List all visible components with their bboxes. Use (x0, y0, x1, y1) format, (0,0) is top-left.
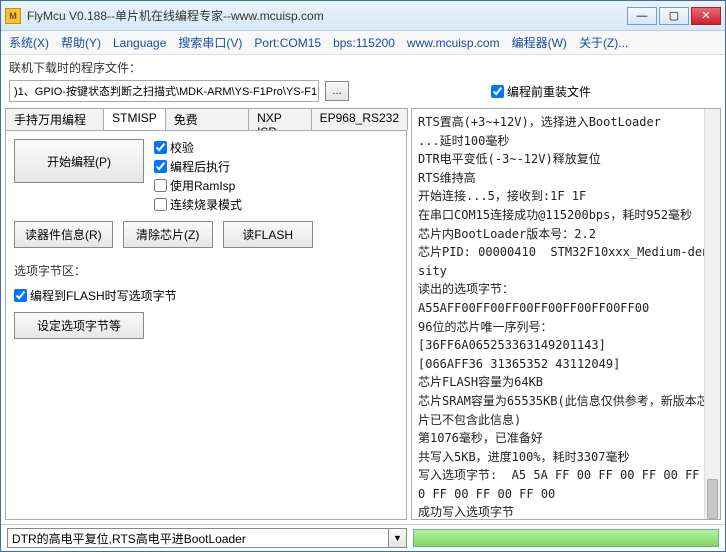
log-scrollbar[interactable] (704, 109, 720, 519)
scrollbar-thumb[interactable] (707, 479, 718, 519)
log-line: 在串口COM15连接成功@115200bps，耗时952毫秒 (418, 206, 714, 225)
file-row: 联机下载时的程序文件： (1, 55, 725, 80)
log-line: 开始连接...5，接收到:1F 1F (418, 187, 714, 206)
reader-info-button[interactable]: 读器件信息(R) (14, 221, 113, 248)
log-line: [066AFF36 31365352 43112049] (418, 355, 714, 374)
tab-ep968[interactable]: EP968_RS232 (311, 108, 408, 130)
window-buttons: — ▢ ✕ (627, 7, 721, 25)
runafter-checkbox[interactable]: 编程后执行 (154, 158, 242, 175)
titlebar: M FlyMcu V0.188--单片机在线编程专家--www.mcuisp.c… (1, 1, 725, 31)
reload-checkbox-label: 编程前重装文件 (507, 83, 591, 100)
program-row: 开始编程(P) 校验 编程后执行 使用RamIsp 连续烧录模式 (14, 139, 398, 213)
app-icon: M (5, 8, 21, 24)
log-line: DTR电平变低(-3~-12V)释放复位 (418, 150, 714, 169)
window-title: FlyMcu V0.188--单片机在线编程专家--www.mcuisp.com (27, 7, 627, 24)
contburn-checkbox[interactable]: 连续烧录模式 (154, 196, 242, 213)
progress-bar (413, 529, 719, 547)
menu-port[interactable]: Port:COM15 (254, 36, 321, 50)
log-line: 芯片FLASH容量为64KB (418, 373, 714, 392)
verify-checkbox[interactable]: 校验 (154, 139, 242, 156)
log-line: 共写入5KB，进度100%，耗时3307毫秒 (418, 448, 714, 467)
tab-content: 开始编程(P) 校验 编程后执行 使用RamIsp 连续烧录模式 读器件信息(R… (5, 130, 407, 520)
optionbyte-title: 选项字节区： (14, 262, 398, 279)
file-label: 联机下载时的程序文件： (9, 59, 141, 76)
reset-mode-combo[interactable]: ▼ (7, 528, 407, 548)
bottom-bar: ▼ (1, 524, 725, 551)
tab-stmisp[interactable]: STMISP (103, 108, 166, 130)
tab-nxpisp[interactable]: NXP ISP (248, 108, 312, 130)
left-pane: 手持万用编程器 STMISP 免费STMIAP NXP ISP EP968_RS… (5, 108, 407, 520)
log-line: RTS置高(+3~+12V)，选择进入BootLoader (418, 113, 714, 132)
log-text: RTS置高(+3~+12V)，选择进入BootLoader...延时100毫秒D… (418, 113, 714, 520)
file-path-row: )1、GPIO-按键状态判断之扫描式\MDK-ARM\YS-F1Pro\YS-F… (1, 80, 725, 106)
menu-help[interactable]: 帮助(Y) (61, 34, 101, 51)
log-line: 写入选项字节: A5 5A FF 00 FF 00 FF 00 FF 00 FF… (418, 466, 714, 503)
log-pane[interactable]: RTS置高(+3~+12V)，选择进入BootLoader...延时100毫秒D… (411, 108, 721, 520)
close-button[interactable]: ✕ (691, 7, 721, 25)
log-line: 芯片SRAM容量为65535KB(此信息仅供参考，新版本芯片已不包含此信息) (418, 392, 714, 429)
browse-button[interactable]: … (325, 81, 349, 101)
tab-stmiap[interactable]: 免费STMIAP (165, 108, 249, 130)
log-line: ...延时100毫秒 (418, 132, 714, 151)
menu-programmer[interactable]: 编程器(W) (512, 34, 567, 51)
log-line: 芯片PID: 00000410 STM32F10xxx_Medium-densi… (418, 243, 714, 280)
log-line: 读出的选项字节： (418, 280, 714, 299)
main-body: 手持万用编程器 STMISP 免费STMIAP NXP ISP EP968_RS… (1, 106, 725, 524)
tab-strip: 手持万用编程器 STMISP 免费STMIAP NXP ISP EP968_RS… (5, 108, 407, 130)
menu-language[interactable]: Language (113, 36, 166, 50)
log-line: 第1076毫秒，已准备好 (418, 429, 714, 448)
ramisp-checkbox[interactable]: 使用RamIsp (154, 177, 242, 194)
action-row: 读器件信息(R) 清除芯片(Z) 读FLASH (14, 221, 398, 248)
reload-checkbox-input[interactable] (491, 85, 504, 98)
log-line: RTS维持高 (418, 169, 714, 188)
read-flash-button[interactable]: 读FLASH (223, 221, 313, 248)
log-line: A55AFF00FF00FF00FF00FF00FF00FF00 (418, 299, 714, 318)
reload-checkbox[interactable]: 编程前重装文件 (491, 83, 591, 100)
start-program-button[interactable]: 开始编程(P) (14, 139, 144, 183)
reset-mode-input[interactable] (7, 528, 389, 548)
tab-handheld[interactable]: 手持万用编程器 (5, 108, 104, 130)
log-line: 96位的芯片唯一序列号： (418, 318, 714, 337)
app-window: M FlyMcu V0.188--单片机在线编程专家--www.mcuisp.c… (0, 0, 726, 552)
menu-about[interactable]: 关于(Z)... (579, 34, 628, 51)
minimize-button[interactable]: — (627, 7, 657, 25)
log-line: 成功写入选项字节 (418, 503, 714, 520)
set-optbyte-button[interactable]: 设定选项字节等 (14, 312, 144, 339)
menu-system[interactable]: 系统(X) (9, 34, 49, 51)
menu-search-port[interactable]: 搜索串口(V) (178, 34, 242, 51)
file-path-input[interactable]: )1、GPIO-按键状态判断之扫描式\MDK-ARM\YS-F1Pro\YS-F… (9, 80, 319, 102)
log-line: 芯片内BootLoader版本号：2.2 (418, 225, 714, 244)
program-options: 校验 编程后执行 使用RamIsp 连续烧录模式 (154, 139, 242, 213)
menu-bps[interactable]: bps:115200 (333, 36, 395, 50)
maximize-button[interactable]: ▢ (659, 7, 689, 25)
log-line: [36FF6A065253363149201143] (418, 336, 714, 355)
optbyte-checkbox[interactable]: 编程到FLASH时写选项字节 (14, 287, 398, 304)
menu-site[interactable]: www.mcuisp.com (407, 36, 500, 50)
menubar: 系统(X) 帮助(Y) Language 搜索串口(V) Port:COM15 … (1, 31, 725, 55)
clear-chip-button[interactable]: 清除芯片(Z) (123, 221, 213, 248)
combo-dropdown-icon[interactable]: ▼ (389, 528, 407, 548)
